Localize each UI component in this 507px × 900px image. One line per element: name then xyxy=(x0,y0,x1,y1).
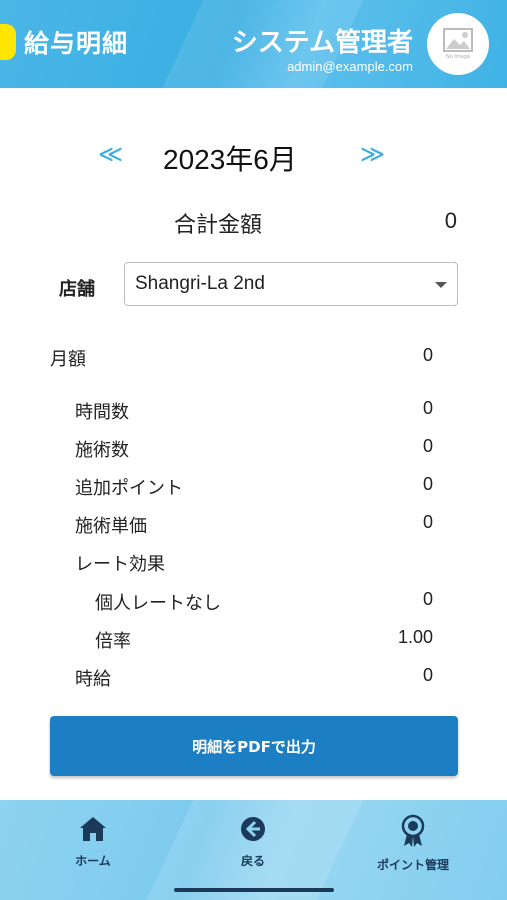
detail-value: 0 xyxy=(422,589,433,609)
prev-month-button[interactable]: ≪ xyxy=(98,140,123,168)
detail-label: 月額 xyxy=(50,349,86,370)
detail-value: 0 xyxy=(422,398,433,418)
user-email: admin@example.com xyxy=(287,59,413,74)
nav-back[interactable]: 戻る xyxy=(193,814,313,869)
detail-label: レート効果 xyxy=(75,554,165,575)
detail-label: 追加ポイント xyxy=(75,478,183,499)
image-placeholder-icon xyxy=(443,28,473,52)
detail-value: 0 xyxy=(422,665,433,685)
detail-label: 施術単価 xyxy=(75,516,147,537)
detail-value: 0 xyxy=(422,436,433,456)
user-name: システム管理者 xyxy=(231,28,413,58)
menu-tab[interactable] xyxy=(0,24,16,60)
detail-value: 0 xyxy=(422,512,433,532)
export-pdf-button[interactable]: 明細をPDFで出力 xyxy=(50,716,458,776)
nav-points-label: ポイント管理 xyxy=(376,858,449,872)
month-navigator: ≪ 2023年6月 ≫ xyxy=(0,138,507,175)
nav-home[interactable]: ホーム xyxy=(33,814,153,869)
detail-label: 倍率 xyxy=(95,631,131,652)
award-icon xyxy=(401,814,425,847)
back-arrow-icon xyxy=(241,817,265,841)
total-label: 合計金額 xyxy=(174,213,263,238)
home-icon xyxy=(80,817,106,841)
avatar[interactable]: No Image xyxy=(427,13,489,75)
page-title: 給与明細 xyxy=(24,29,129,58)
avatar-placeholder-text: No Image xyxy=(445,54,471,60)
chevron-down-icon xyxy=(435,282,447,288)
detail-label: 時給 xyxy=(75,669,111,690)
total-value: 0 xyxy=(444,208,457,233)
detail-label: 時間数 xyxy=(75,402,129,423)
nav-back-label: 戻る xyxy=(240,854,265,868)
bottom-nav: ホーム 戻る ポイント管理 xyxy=(0,800,507,900)
nav-points[interactable]: ポイント管理 xyxy=(353,814,473,873)
next-month-button[interactable]: ≫ xyxy=(360,140,385,168)
detail-value: 1.00 xyxy=(397,627,433,647)
home-indicator xyxy=(174,888,334,892)
detail-value: 0 xyxy=(422,345,433,365)
month-label: 2023年6月 xyxy=(163,144,297,175)
store-label: 店舗 xyxy=(59,279,95,300)
store-select[interactable]: Shangri-La 2nd xyxy=(124,262,458,306)
store-select-value: Shangri-La 2nd xyxy=(135,273,265,294)
detail-value: 0 xyxy=(422,474,433,494)
detail-label: 個人レートなし xyxy=(95,593,221,614)
nav-home-label: ホーム xyxy=(75,854,111,868)
detail-label: 施術数 xyxy=(75,440,129,461)
app-header: 給与明細 システム管理者 admin@example.com No Image xyxy=(0,0,507,88)
